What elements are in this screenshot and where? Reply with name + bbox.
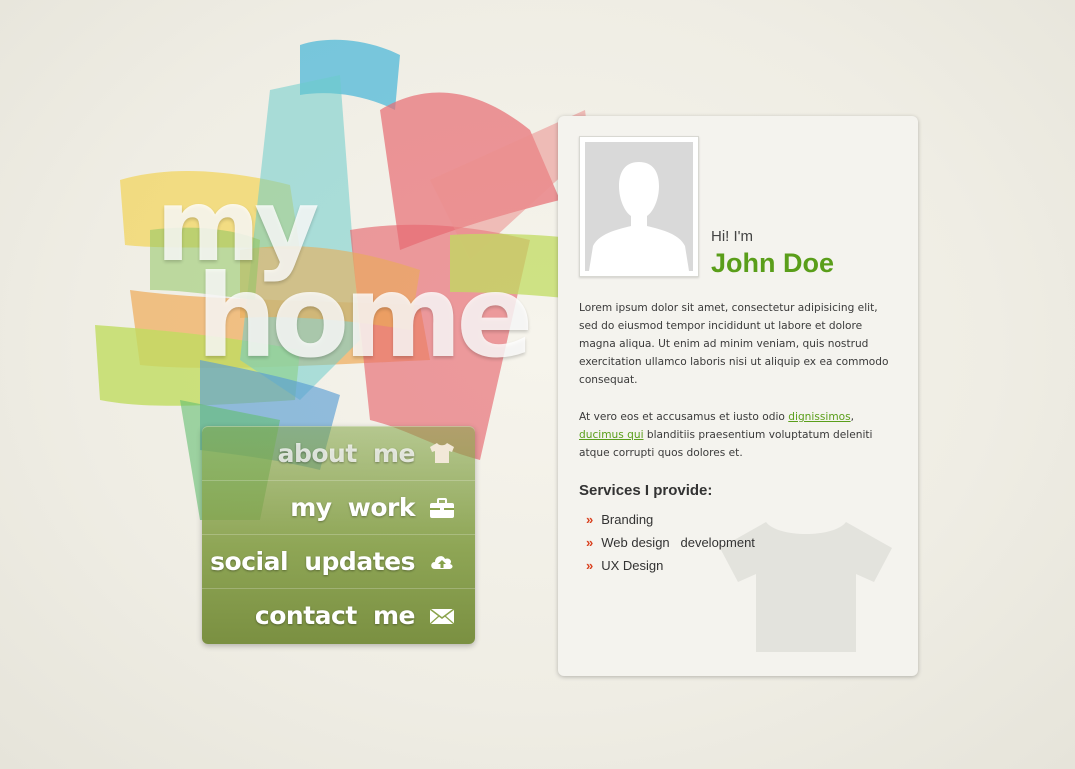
profile-card: Hi! I'm John Doe Lorem ipsum dolor sit a… (558, 116, 918, 676)
bio-paragraph-2-prefix: At vero eos et accusamus et iusto odio (579, 411, 789, 423)
profile-name: John Doe (711, 248, 835, 278)
avatar (579, 136, 699, 277)
services-title: Services I provide: (579, 482, 713, 499)
bio-paragraph-2: At vero eos et accusamus et iusto odio d… (579, 408, 899, 462)
envelope-icon (429, 605, 455, 627)
tshirt-icon (429, 442, 455, 464)
nav-label-contact-me: contact me (254, 601, 416, 630)
service-label: Web design development (601, 535, 755, 550)
nav-label-social-updates: social updates (210, 547, 415, 576)
list-item: » UX Design (586, 557, 755, 580)
nav-item-social-updates[interactable]: social updates (202, 534, 475, 588)
nav-item-about-me[interactable]: about me (202, 426, 475, 480)
service-label: UX Design (601, 558, 664, 573)
nav-label-about-me: about me (277, 438, 416, 468)
nav-label-my-work: my work (290, 493, 415, 522)
main-nav: about me my work social updates contact … (202, 426, 475, 644)
briefcase-icon (429, 497, 455, 519)
list-item: » Web design development (586, 534, 755, 557)
greeting-text: Hi! I'm (711, 228, 754, 245)
service-label: Branding (601, 512, 654, 527)
bio-paragraph-1: Lorem ipsum dolor sit amet, consectetur … (579, 302, 889, 386)
bullet-icon: » (586, 558, 594, 573)
nav-item-my-work[interactable]: my work (202, 480, 475, 534)
logo-line-home: home (196, 250, 534, 383)
list-item: » Branding (586, 511, 755, 534)
nav-item-contact-me[interactable]: contact me (202, 588, 475, 642)
bio-link-ducimus[interactable]: ducimus qui (579, 429, 644, 441)
bullet-icon: » (586, 535, 594, 550)
bio-separator: , (850, 411, 855, 423)
bullet-icon: » (586, 512, 594, 527)
site-logo: my home (150, 176, 550, 383)
cloud-upload-icon (429, 551, 455, 573)
services-list: » Branding » Web design development » UX De… (586, 511, 755, 580)
user-placeholder-icon (585, 142, 693, 271)
bio-link-dignissimos[interactable]: dignissimos (788, 411, 850, 423)
